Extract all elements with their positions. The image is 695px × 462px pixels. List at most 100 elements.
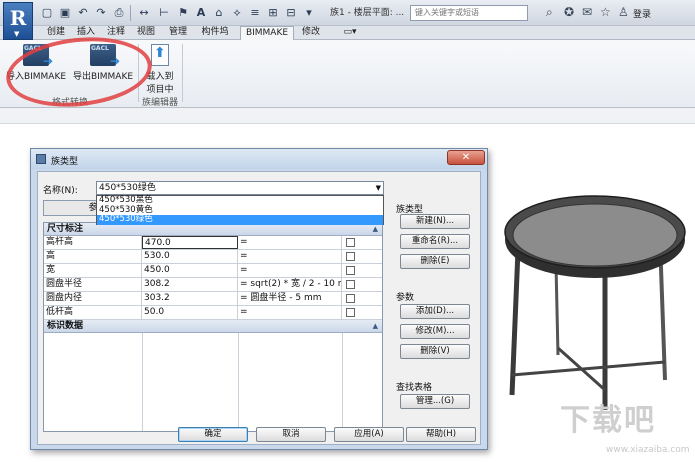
- lock-checkbox[interactable]: [346, 308, 355, 317]
- measure-icon[interactable]: ↔: [136, 5, 152, 21]
- lookup-tables-label: 查找表格: [396, 383, 433, 393]
- manage-lookup-button[interactable]: 管理...(G): [400, 394, 470, 409]
- param-formula[interactable]: = 圆盘半径 - 5 mm: [238, 292, 342, 305]
- rename-type-button[interactable]: 重命名(R)...: [400, 234, 470, 249]
- modify-parameter-button[interactable]: 修改(M)...: [400, 324, 470, 339]
- param-name: 低杆高: [44, 306, 142, 319]
- section-header-identity-data[interactable]: 标识数据 ▲: [44, 320, 382, 333]
- section-title: 尺寸标注: [47, 224, 84, 234]
- section-icon[interactable]: ⟡: [230, 5, 244, 21]
- type-name-select[interactable]: 450*530绿色 ▼: [96, 181, 384, 195]
- param-value-input[interactable]: 470.0: [142, 236, 238, 249]
- cancel-button[interactable]: 取消: [256, 427, 326, 442]
- chevron-down-icon[interactable]: ▼: [376, 182, 381, 194]
- export-bimmake-button[interactable]: GACL ➔ 导出BIMMAKE: [70, 42, 136, 82]
- remove-parameter-button[interactable]: 删除(V): [400, 344, 470, 359]
- param-formula[interactable]: =: [238, 250, 342, 263]
- tab-annotate[interactable]: 注释: [104, 26, 128, 40]
- lock-checkbox[interactable]: [346, 280, 355, 289]
- dialog-app-icon: [36, 154, 46, 164]
- param-formula[interactable]: =: [238, 236, 342, 249]
- switch-windows-icon[interactable]: ⊟: [284, 5, 298, 21]
- param-lock-cell: [342, 292, 382, 305]
- close-button[interactable]: ✕: [447, 150, 485, 165]
- lock-checkbox[interactable]: [346, 252, 355, 261]
- thin-lines-icon[interactable]: ≡: [248, 5, 262, 21]
- binoculars-icon[interactable]: ⌕: [546, 4, 553, 20]
- open-icon[interactable]: ▢: [40, 5, 54, 21]
- table-crossbar: [511, 360, 666, 377]
- collapse-icon[interactable]: ▲: [373, 320, 378, 332]
- param-lock-cell: [342, 278, 382, 291]
- dimension-icon[interactable]: ⊢: [156, 5, 172, 21]
- export-gacl-icon: GACL ➔: [90, 44, 120, 68]
- tab-component-dock[interactable]: 构件坞: [198, 26, 232, 40]
- param-value-input[interactable]: 50.0: [142, 306, 238, 319]
- tab-create[interactable]: 创建: [42, 26, 70, 40]
- lock-checkbox[interactable]: [346, 266, 355, 275]
- user-icon[interactable]: ♙: [618, 4, 629, 20]
- tag-icon[interactable]: ⚑: [176, 5, 190, 21]
- delete-type-button[interactable]: 删除(E): [400, 254, 470, 269]
- favorites-icon[interactable]: ☆: [600, 4, 611, 20]
- search-box[interactable]: [410, 5, 528, 21]
- load-into-project-button[interactable]: ⬆ 载入到 项目中: [140, 42, 180, 95]
- param-value-input[interactable]: 308.2: [142, 278, 238, 291]
- table-row: 高杆高 470.0 =: [44, 236, 382, 250]
- param-formula[interactable]: = sqrt(2) * 宽 / 2 - 10 m: [238, 278, 342, 291]
- round-table-3d-view: [504, 195, 686, 410]
- tab-manage[interactable]: 管理: [166, 26, 190, 40]
- import-bimmake-button[interactable]: GACL ➔ 导入BIMMAKE: [4, 42, 68, 82]
- lock-checkbox[interactable]: [346, 294, 355, 303]
- ribbon-display-toggle[interactable]: ▭▾: [340, 26, 360, 40]
- customize-icon[interactable]: ▾: [302, 5, 316, 21]
- param-lock-cell: [342, 306, 382, 319]
- param-value-input[interactable]: 530.0: [142, 250, 238, 263]
- export-bimmake-label: 导出BIMMAKE: [72, 72, 134, 82]
- param-name: 圆盘内径: [44, 292, 142, 305]
- grid-column-line: [238, 333, 239, 431]
- dropdown-option-selected[interactable]: 450*530绿色: [97, 214, 383, 225]
- tab-view[interactable]: 视图: [134, 26, 158, 40]
- type-name-value: 450*530绿色: [99, 183, 156, 193]
- param-formula[interactable]: =: [238, 264, 342, 277]
- import-gacl-icon: GACL ➔: [23, 44, 53, 68]
- table-row: 宽 450.0 =: [44, 264, 382, 278]
- param-lock-cell: [342, 236, 382, 249]
- param-formula[interactable]: =: [238, 306, 342, 319]
- name-label: 名称(N):: [43, 186, 78, 196]
- tab-modify[interactable]: 修改: [298, 26, 324, 40]
- ok-button[interactable]: 确定: [178, 427, 248, 442]
- redo-icon[interactable]: ↷: [94, 5, 108, 21]
- help-button[interactable]: 帮助(H): [406, 427, 476, 442]
- new-type-button[interactable]: 新建(N)...: [400, 214, 470, 229]
- grid-column-line: [142, 333, 143, 431]
- communication-icon[interactable]: ✉: [582, 4, 592, 20]
- tab-bimmake[interactable]: BIMMAKE: [240, 26, 294, 41]
- tab-insert[interactable]: 插入: [74, 26, 98, 40]
- ribbon-tabs: 创建 插入 注释 视图 管理 构件坞 BIMMAKE 修改 ▭▾: [0, 26, 695, 41]
- param-value-input[interactable]: 450.0: [142, 264, 238, 277]
- apply-button[interactable]: 应用(A): [334, 427, 404, 442]
- close-hidden-icon[interactable]: ⊞: [266, 5, 280, 21]
- group-separator: [138, 44, 139, 102]
- subscription-icon[interactable]: ✪: [564, 4, 574, 20]
- param-lock-cell: [342, 250, 382, 263]
- group-label-format-conversion: 格式转换: [51, 98, 88, 108]
- param-name: 高杆高: [44, 236, 142, 249]
- undo-icon[interactable]: ↶: [76, 5, 90, 21]
- lock-checkbox[interactable]: [346, 238, 355, 247]
- add-parameter-button[interactable]: 添加(D)...: [400, 304, 470, 319]
- text-icon[interactable]: A: [194, 5, 208, 21]
- dialog-titlebar[interactable]: 族类型 ✕: [31, 149, 487, 169]
- login-link[interactable]: 登录: [633, 7, 651, 20]
- import-bimmake-label: 导入BIMMAKE: [5, 72, 67, 82]
- application-menu-button[interactable]: R ▼: [3, 2, 33, 40]
- print-icon[interactable]: ⎙: [112, 5, 126, 21]
- search-input[interactable]: [415, 8, 527, 17]
- watermark-logo: 下载吧: [560, 403, 656, 438]
- group-label-family-editor: 族编辑器: [141, 98, 178, 108]
- save-icon[interactable]: ▣: [58, 5, 72, 21]
- param-value-input[interactable]: 303.2: [142, 292, 238, 305]
- view-3d-icon[interactable]: ⌂: [212, 5, 226, 21]
